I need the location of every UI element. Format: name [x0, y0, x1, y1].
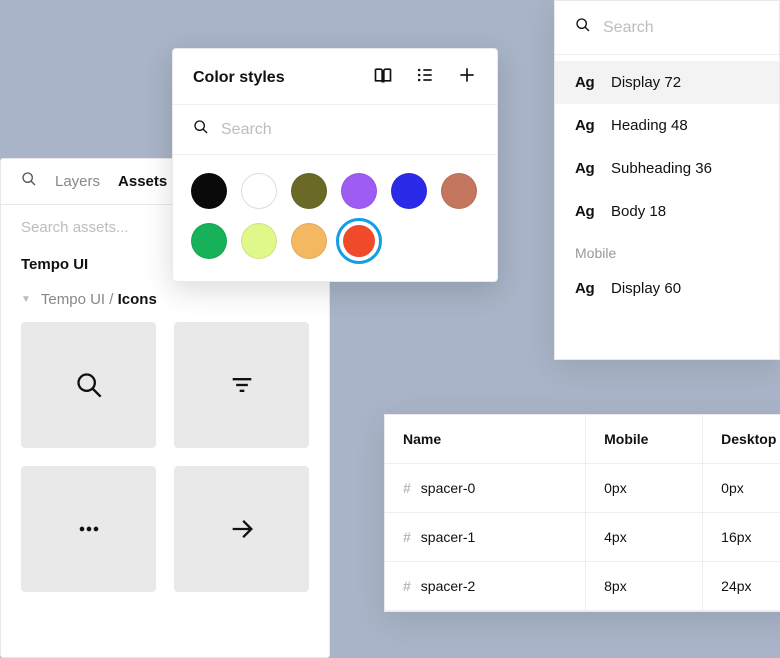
text-style-label: Display 72	[611, 74, 681, 91]
icon-tile-filter[interactable]	[174, 322, 309, 448]
text-preview-ag: Ag	[575, 280, 599, 297]
search-icon[interactable]	[21, 171, 37, 192]
color-swatch-white[interactable]	[241, 173, 277, 209]
token-desktop: 0px	[703, 464, 780, 513]
token-mobile: 4px	[586, 513, 703, 562]
token-name: spacer-0	[421, 480, 475, 496]
group-prefix: Tempo UI /	[41, 291, 114, 308]
text-style-label: Body 18	[611, 203, 666, 220]
table-row[interactable]: # spacer-0 0px0px	[385, 464, 780, 513]
tab-layers[interactable]: Layers	[55, 173, 100, 190]
icon-tile-search[interactable]	[21, 322, 156, 448]
search-icon	[575, 17, 591, 38]
col-header-mobile: Mobile	[586, 415, 703, 464]
group-name: Icons	[118, 291, 157, 308]
text-preview-ag: Ag	[575, 160, 599, 177]
text-styles-panel: Search Ag Display 72 Ag Heading 48 Ag Subhead…	[554, 0, 780, 360]
text-style-row[interactable]: Ag Display 72	[555, 61, 779, 104]
color-swatch-grid	[173, 155, 497, 281]
text-style-label: Display 60	[611, 280, 681, 297]
text-preview-ag: Ag	[575, 203, 599, 220]
spacing-table-panel: Name Mobile Desktop # spacer-0 0px0px # spac…	[384, 414, 780, 612]
tab-assets[interactable]: Assets	[118, 173, 167, 190]
hash-icon: #	[403, 480, 411, 496]
color-styles-title: Color styles	[193, 69, 285, 87]
token-name: spacer-2	[421, 578, 475, 594]
token-desktop: 16px	[703, 513, 780, 562]
color-search-input[interactable]: Search	[221, 121, 272, 139]
text-style-row[interactable]: Ag Heading 48	[555, 104, 779, 147]
library-icon[interactable]	[373, 65, 393, 90]
token-desktop: 24px	[703, 562, 780, 611]
icon-tile-more[interactable]	[21, 466, 156, 592]
hash-icon: #	[403, 529, 411, 545]
color-swatch-black[interactable]	[191, 173, 227, 209]
color-swatch-olive[interactable]	[291, 173, 327, 209]
color-swatch-red[interactable]	[341, 223, 377, 259]
color-swatch-green[interactable]	[191, 223, 227, 259]
color-swatch-lime[interactable]	[241, 223, 277, 259]
add-icon[interactable]	[457, 65, 477, 90]
table-row[interactable]: # spacer-1 4px16px	[385, 513, 780, 562]
text-search-input[interactable]: Search	[603, 19, 654, 37]
col-header-desktop: Desktop	[703, 415, 780, 464]
text-preview-ag: Ag	[575, 74, 599, 91]
color-swatch-terra[interactable]	[441, 173, 477, 209]
assets-group-header[interactable]: ▼ Tempo UI / Icons	[1, 287, 329, 322]
text-preview-ag: Ag	[575, 117, 599, 134]
color-swatch-amber[interactable]	[291, 223, 327, 259]
text-section-mobile: Mobile	[555, 233, 779, 267]
table-row[interactable]: # spacer-2 8px24px	[385, 562, 780, 611]
text-style-row[interactable]: Ag Subheading 36	[555, 147, 779, 190]
chevron-down-icon: ▼	[21, 294, 31, 305]
color-styles-popover: Color styles Search	[172, 48, 498, 282]
color-swatch-purple[interactable]	[341, 173, 377, 209]
color-swatch-blue[interactable]	[391, 173, 427, 209]
token-mobile: 0px	[586, 464, 703, 513]
icon-grid	[1, 322, 329, 592]
icon-tile-arrow-right[interactable]	[174, 466, 309, 592]
text-style-label: Heading 48	[611, 117, 688, 134]
search-icon	[193, 119, 209, 140]
text-style-label: Subheading 36	[611, 160, 712, 177]
col-header-name: Name	[385, 415, 586, 464]
token-mobile: 8px	[586, 562, 703, 611]
text-style-row[interactable]: Ag Body 18	[555, 190, 779, 233]
spacing-table: Name Mobile Desktop # spacer-0 0px0px # spac…	[385, 415, 780, 611]
hash-icon: #	[403, 578, 411, 594]
list-view-icon[interactable]	[415, 65, 435, 90]
text-style-row[interactable]: Ag Display 60	[555, 267, 779, 310]
token-name: spacer-1	[421, 529, 475, 545]
